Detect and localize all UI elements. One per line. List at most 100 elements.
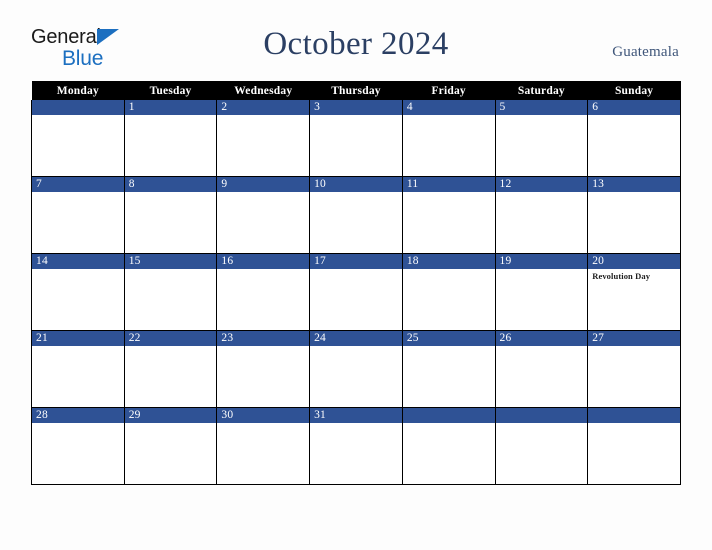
day-events [496,346,588,348]
calendar-day-cell[interactable]: 26 [494,330,589,408]
day-events: Revolution Day [588,269,680,281]
day-cell-content: 31 [310,408,402,484]
day-events [125,269,217,271]
weekday-header-thursday: Thursday [309,81,403,100]
day-cell-content [402,408,495,484]
day-cell-content: 4 [402,100,495,176]
calendar-day-cell[interactable]: 7 [31,176,125,254]
day-events [217,423,309,425]
calendar-day-cell[interactable] [401,407,496,485]
calendar-day-cell[interactable]: 11 [401,176,496,254]
page-title: October 2024 [263,26,449,62]
day-cell-content: 26 [495,331,588,407]
calendar-day-cell[interactable]: 9 [216,176,311,254]
calendar-day-cell[interactable]: 30 [216,407,311,485]
calendar-week-row: 123456 [31,100,681,177]
calendar-day-cell[interactable]: 5 [494,100,589,177]
calendar-day-cell[interactable]: 21 [31,330,125,408]
day-number: 25 [402,331,495,346]
country-label: Guatemala [612,44,679,60]
day-number [402,408,495,423]
day-number: 24 [310,331,402,346]
day-events [403,423,495,425]
day-cell-content: 30 [217,408,310,484]
calendar-day-cell[interactable]: 19 [494,253,589,331]
calendar-day-cell[interactable]: 18 [401,253,496,331]
day-events [217,192,309,194]
calendar-day-cell[interactable]: 3 [309,100,403,177]
day-cell-content: 12 [495,177,588,253]
day-cell-content: 5 [495,100,588,176]
day-number [495,408,588,423]
calendar-day-cell[interactable]: 28 [31,407,125,485]
day-number: 21 [32,331,124,346]
day-events [403,192,495,194]
calendar-day-cell[interactable]: 29 [123,407,218,485]
calendar-week-row: 14 15 16 17 18 19 20 Revolution Day [31,253,681,331]
calendar-day-cell[interactable] [587,407,681,485]
calendar-page: General Blue October 2024 Guatemala Mond… [0,0,712,550]
day-cell-content: 23 [217,331,310,407]
calendar-day-cell[interactable]: 2 [216,100,311,177]
calendar-day-cell[interactable]: 6 [587,100,681,177]
weekday-header-monday: Monday [31,81,125,100]
calendar-day-cell[interactable]: 27 [587,330,681,408]
calendar-day-cell[interactable]: 16 [216,253,311,331]
day-number: 28 [32,408,124,423]
day-cell-content: 10 [310,177,402,253]
day-events [588,346,680,348]
day-number: 9 [217,177,310,192]
day-cell-content: 18 [402,254,495,330]
day-number: 17 [310,254,402,269]
calendar-day-cell[interactable]: 12 [494,176,589,254]
calendar-day-cell[interactable]: 20 Revolution Day [587,253,681,331]
day-events [32,346,124,348]
day-number: 22 [124,331,217,346]
day-number: 15 [124,254,217,269]
day-cell-content: 24 [310,331,402,407]
calendar-day-cell[interactable] [31,100,125,177]
calendar-day-cell[interactable] [494,407,589,485]
day-events [32,423,124,425]
calendar-day-cell[interactable]: 14 [31,253,125,331]
calendar-day-cell[interactable]: 22 [123,330,218,408]
day-events [588,423,680,425]
day-events [310,346,402,348]
day-number: 10 [310,177,402,192]
calendar-day-cell[interactable]: 1 [123,100,218,177]
day-events [403,346,495,348]
day-cell-content: 17 [310,254,402,330]
day-events [32,192,124,194]
day-cell-content [588,408,680,484]
day-number: 19 [495,254,588,269]
calendar-day-cell[interactable]: 10 [309,176,403,254]
calendar-week-row: 21 22 23 24 25 26 27 [31,330,681,408]
calendar-day-cell[interactable]: 13 [587,176,681,254]
day-events [125,115,217,117]
day-cell-content: 11 [402,177,495,253]
day-events [32,115,124,117]
day-cell-content: 29 [124,408,217,484]
calendar-day-cell[interactable]: 24 [309,330,403,408]
day-number: 30 [217,408,310,423]
day-cell-content [32,100,124,176]
calendar-day-cell[interactable]: 31 [309,407,403,485]
day-events [310,423,402,425]
day-events [496,192,588,194]
calendar-day-cell[interactable]: 4 [401,100,496,177]
calendar-day-cell[interactable]: 25 [401,330,496,408]
day-events [496,269,588,271]
weekday-header-wednesday: Wednesday [216,81,310,100]
day-events [217,269,309,271]
day-cell-content: 28 [32,408,124,484]
day-cell-content: 16 [217,254,310,330]
day-cell-content: 13 [588,177,680,253]
calendar-day-cell[interactable]: 8 [123,176,218,254]
calendar-day-cell[interactable]: 15 [123,253,218,331]
day-number: 26 [495,331,588,346]
calendar-day-cell[interactable]: 23 [216,330,311,408]
day-cell-content: 25 [402,331,495,407]
calendar-day-cell[interactable]: 17 [309,253,403,331]
day-number: 27 [588,331,680,346]
day-events [403,115,495,117]
